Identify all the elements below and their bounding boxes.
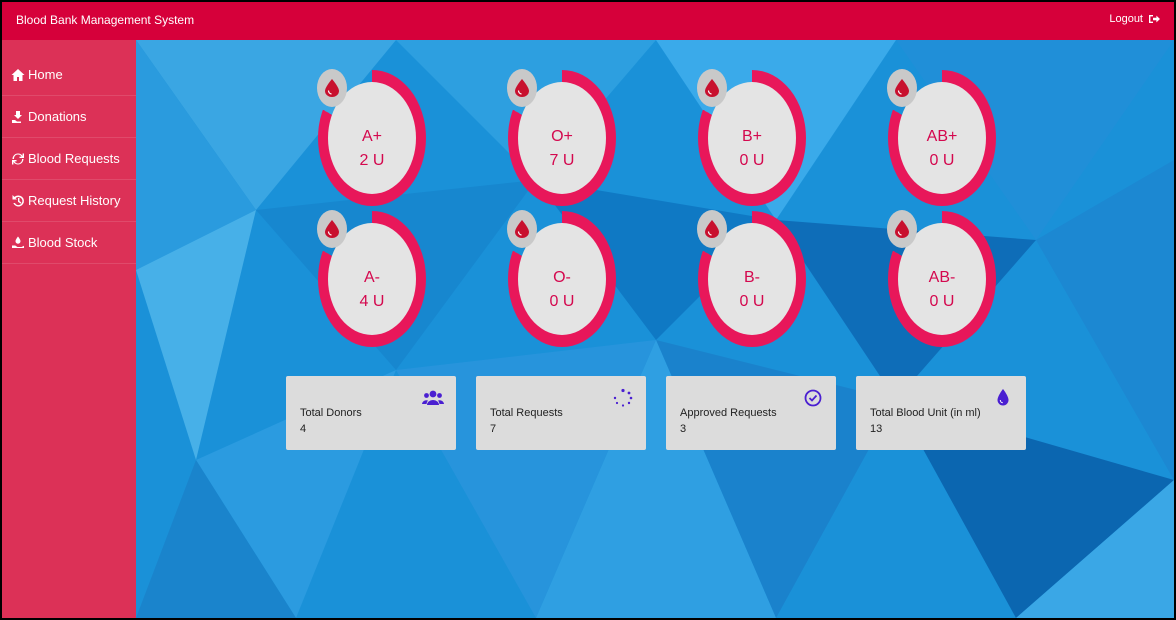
app-title: Blood Bank Management System xyxy=(16,13,195,27)
blood-units: 0 U xyxy=(549,293,575,310)
stat-card-total-donors[interactable]: Total Donors 4 xyxy=(286,376,456,450)
stat-label: Total Requests xyxy=(490,407,563,419)
donate-icon xyxy=(12,110,22,123)
blood-group-label: AB- xyxy=(928,269,956,286)
stat-card-total-requests[interactable]: Total Requests 7 xyxy=(476,376,646,450)
dashboard-main: A+ 2 U O+ 7 U B+ 0 U AB+ 0 U A- 4 U O- 0… xyxy=(136,40,1174,618)
sidebar: Home Donations Blood Requests Request Hi… xyxy=(2,40,136,618)
stat-label: Total Blood Unit (in ml) xyxy=(870,407,981,419)
blood-drop-icon xyxy=(697,69,727,107)
blood-group-card[interactable]: AB+ 0 U xyxy=(887,69,996,206)
blood-drop-icon xyxy=(317,210,347,248)
blood-group-label: A- xyxy=(364,269,380,286)
blood-units: 0 U xyxy=(739,152,765,169)
hand-holding-icon xyxy=(12,236,24,248)
blood-group-label: A+ xyxy=(361,128,382,145)
sidebar-item-donations[interactable]: Donations xyxy=(2,96,136,138)
home-icon xyxy=(11,68,25,81)
sidebar-item-blood-requests[interactable]: Blood Requests xyxy=(2,138,136,180)
blood-group-card[interactable]: A+ 2 U xyxy=(317,69,426,206)
stat-value: 13 xyxy=(870,423,883,435)
logout-button[interactable]: Logout xyxy=(1109,13,1160,25)
blood-group-label: B- xyxy=(744,269,760,286)
blood-drop-icon xyxy=(697,210,727,248)
stat-card-approved-requests[interactable]: Approved Requests 3 xyxy=(666,376,836,450)
blood-units: 0 U xyxy=(929,152,955,169)
blood-group-card[interactable]: O+ 7 U xyxy=(507,69,616,206)
top-navbar: Blood Bank Management System Logout xyxy=(2,2,1174,40)
blood-units: 2 U xyxy=(359,152,385,169)
check-circle-icon xyxy=(804,389,822,407)
logout-label: Logout xyxy=(1109,13,1143,25)
stat-card-total-blood-unit[interactable]: Total Blood Unit (in ml) 13 xyxy=(856,376,1026,450)
sidebar-item-label: Home xyxy=(28,67,63,82)
blood-group-card[interactable]: O- 0 U xyxy=(507,210,616,347)
blood-group-card[interactable]: AB- 0 U xyxy=(887,210,996,347)
sync-icon xyxy=(12,153,24,164)
sidebar-item-label: Donations xyxy=(28,109,87,124)
stat-value: 4 xyxy=(300,423,307,435)
blood-units: 7 U xyxy=(549,152,575,169)
app-window: Blood Bank Management System Logout Home… xyxy=(2,2,1174,618)
users-icon xyxy=(422,390,444,405)
stat-value: 7 xyxy=(490,423,497,435)
history-icon xyxy=(12,194,24,206)
blood-drop-icon xyxy=(507,69,537,107)
sidebar-item-label: Blood Requests xyxy=(28,151,120,166)
spinner-icon xyxy=(613,388,633,407)
sidebar-item-label: Blood Stock xyxy=(28,235,98,250)
sign-out-icon xyxy=(1149,15,1160,23)
blood-drop-icon xyxy=(887,69,917,107)
blood-group-card[interactable]: B+ 0 U xyxy=(697,69,806,206)
blood-group-label: O+ xyxy=(551,128,573,145)
stat-value: 3 xyxy=(680,423,687,435)
sidebar-item-home[interactable]: Home xyxy=(2,54,136,96)
blood-group-card[interactable]: B- 0 U xyxy=(697,210,806,347)
blood-units: 0 U xyxy=(929,293,955,310)
sidebar-item-request-history[interactable]: Request History xyxy=(2,180,136,222)
sidebar-item-label: Request History xyxy=(28,193,121,208)
blood-group-card[interactable]: A- 4 U xyxy=(317,210,426,347)
tint-icon xyxy=(997,389,1009,406)
polygon-background xyxy=(136,40,1174,618)
blood-group-label: AB+ xyxy=(926,128,958,145)
sidebar-item-blood-stock[interactable]: Blood Stock xyxy=(2,222,136,264)
blood-drop-icon xyxy=(507,210,537,248)
blood-group-label: O- xyxy=(553,269,571,286)
blood-units: 4 U xyxy=(359,293,385,310)
blood-group-label: B+ xyxy=(741,128,762,145)
stat-label: Approved Requests xyxy=(680,407,777,419)
blood-units: 0 U xyxy=(739,293,765,310)
blood-drop-icon xyxy=(317,69,347,107)
stat-label: Total Donors xyxy=(300,407,362,419)
blood-drop-icon xyxy=(887,210,917,248)
